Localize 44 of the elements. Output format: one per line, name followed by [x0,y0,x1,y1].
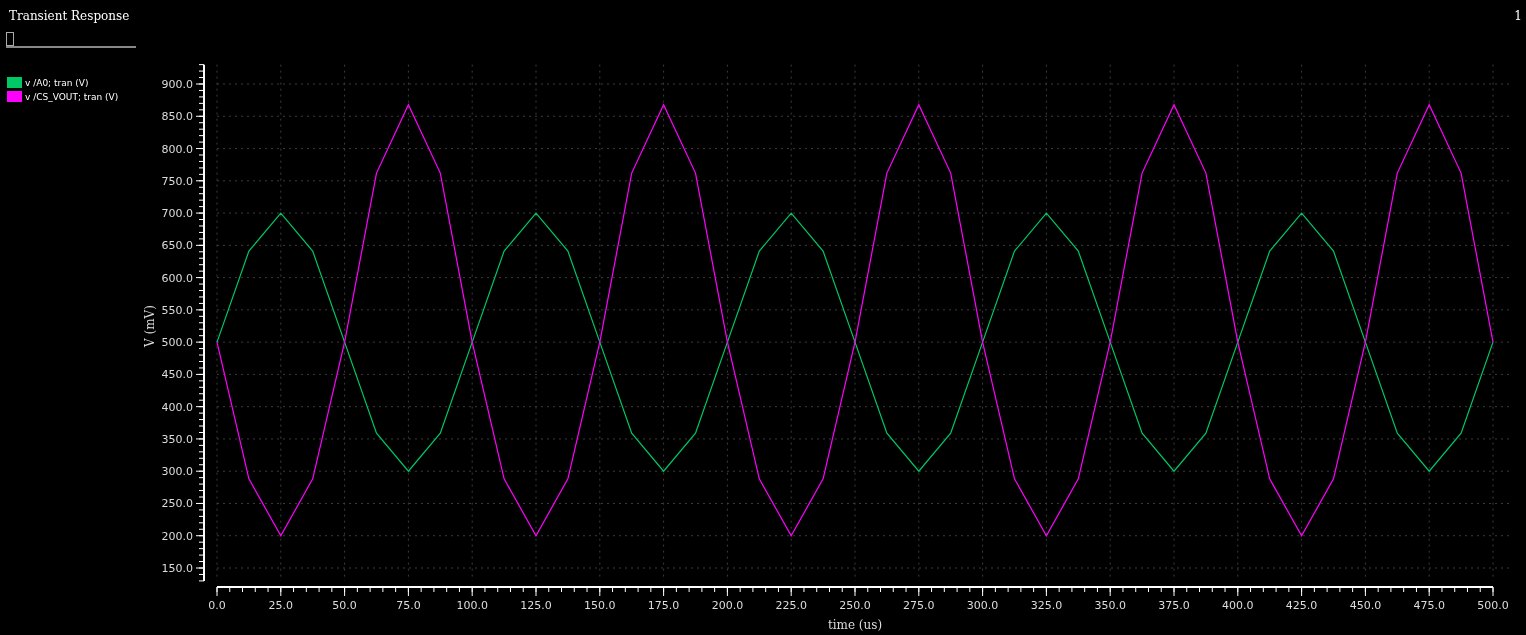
axis-tick-label: 400.0 [161,400,193,414]
axis-tick-label: 325.0 [1030,599,1063,612]
axis-tick-label: 450.0 [1349,599,1382,612]
axis-tick-label: 800.0 [161,142,193,156]
axis-tick-label: 475.0 [1413,599,1445,612]
axis-tick-label: 700.0 [161,207,193,221]
axis-tick-label: 350.0 [1094,599,1126,612]
axis-tick-label: 200.0 [711,599,744,612]
axis-tick-label: 275.0 [903,599,935,612]
window-title: Transient Response [9,9,130,23]
scroll-slider[interactable] [6,30,136,48]
y-axis-title: V (mV) [143,305,157,347]
axis-tick-label: 150.0 [161,562,193,575]
axis-tick-label: 500.0 [1477,599,1509,612]
axis-tick-label: 500.0 [161,336,193,350]
axis-tick-label: 250.0 [839,599,871,612]
axis-tick-label: 375.0 [1158,599,1190,612]
axis-tick-label: 75.0 [396,599,421,612]
axis-tick-label: 250.0 [161,497,193,511]
axis-tick-label: 300.0 [161,465,193,479]
axis-tick-label: 0.0 [208,599,226,612]
axis-tick-label: 100.0 [456,599,488,612]
legend-label: v /CS_VOUT; tran (V) [25,91,119,102]
axis-tick-label: 850.0 [161,110,193,124]
axis-tick-label: 425.0 [1285,599,1318,612]
x-axis-title: time (us) [827,618,883,632]
axis-tick-label: 25.0 [268,599,294,612]
axis-tick-label: 450.0 [161,368,193,382]
axis-tick-label: 650.0 [161,239,193,253]
axis-tick-label: 600.0 [161,271,193,285]
axis-tick-label: 175.0 [647,599,680,612]
axis-tick-label: 225.0 [775,599,807,612]
axis-tick-label: 150.0 [584,599,616,612]
axis-tick-label: 550.0 [161,303,193,317]
legend-label: v /A0; tran (V) [25,77,89,88]
axis-tick-label: 900.0 [161,78,193,91]
axis-tick-label: 400.0 [1222,599,1254,612]
axis-tick-label: 750.0 [161,174,193,188]
page-number: 1 [1514,9,1522,23]
axis-tick-label: 50.0 [332,599,357,612]
axis-tick-label: 300.0 [966,599,999,612]
axis-tick-label: 350.0 [161,432,193,446]
axis-tick-label: 200.0 [161,529,193,543]
axis-tick-label: 125.0 [520,599,552,612]
